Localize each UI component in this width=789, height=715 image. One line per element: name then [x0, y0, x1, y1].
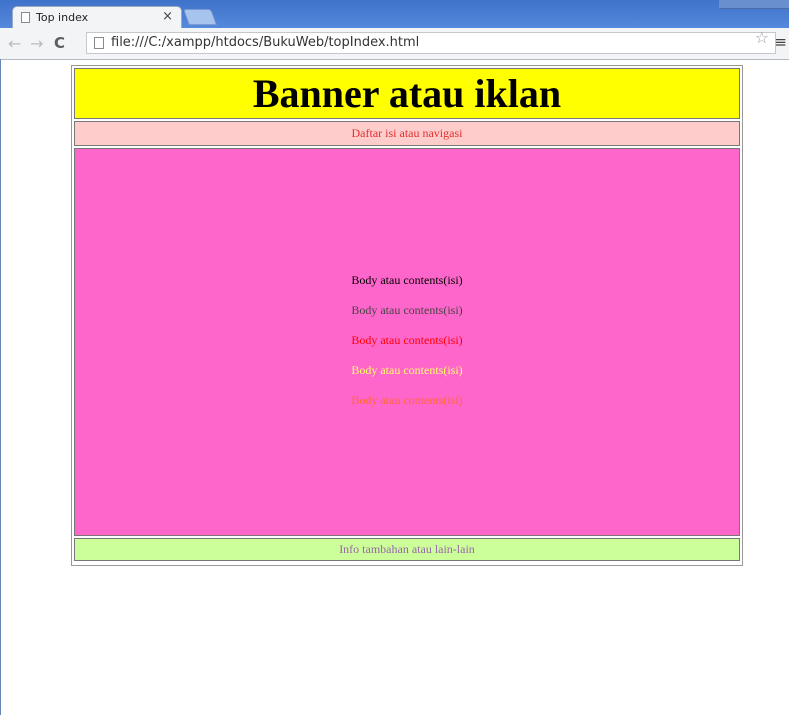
- content-line-2: Body atau contents(isi): [351, 303, 463, 317]
- file-page-icon: [94, 37, 104, 49]
- url-text[interactable]: file:///C:/xampp/htdocs/BukuWeb/topIndex…: [111, 35, 419, 50]
- navigation-cell: Daftar isi atau navigasi: [74, 121, 740, 146]
- content-cell: Body atau contents(isi) Body atau conten…: [74, 148, 740, 536]
- banner-heading: Banner atau iklan: [252, 71, 562, 116]
- banner-cell: Banner atau iklan: [74, 68, 740, 119]
- content-line-1: Body atau contents(isi): [351, 273, 463, 287]
- new-tab-button[interactable]: [183, 9, 217, 25]
- address-bar[interactable]: file:///C:/xampp/htdocs/BukuWeb/topIndex…: [86, 32, 776, 54]
- bookmark-star-icon[interactable]: ☆: [755, 28, 769, 47]
- tab-title: Top index: [36, 11, 89, 24]
- footer-cell: Info tambahan atau lain-lain: [74, 538, 740, 561]
- menu-icon[interactable]: ≡: [774, 33, 787, 51]
- tab-close-icon[interactable]: ×: [162, 9, 173, 24]
- browser-toolbar: ← → C file:///C:/xampp/htdocs/BukuWeb/to…: [0, 28, 789, 60]
- window-controls[interactable]: [719, 0, 789, 9]
- reload-icon[interactable]: C: [54, 34, 65, 52]
- page-icon: [21, 12, 30, 23]
- forward-arrow-icon[interactable]: →: [30, 34, 43, 53]
- tab-strip: Top index ×: [0, 0, 789, 28]
- back-arrow-icon[interactable]: ←: [8, 34, 21, 53]
- content-line-5: Body atau contents(isi): [351, 393, 463, 407]
- window-edge: [0, 59, 1, 715]
- layout-table: Banner atau iklan Daftar isi atau naviga…: [71, 65, 743, 566]
- browser-tab[interactable]: Top index ×: [12, 6, 182, 28]
- content-lines: Body atau contents(isi) Body atau conten…: [75, 272, 739, 422]
- content-line-4: Body atau contents(isi): [351, 363, 463, 377]
- content-line-3: Body atau contents(isi): [351, 333, 463, 347]
